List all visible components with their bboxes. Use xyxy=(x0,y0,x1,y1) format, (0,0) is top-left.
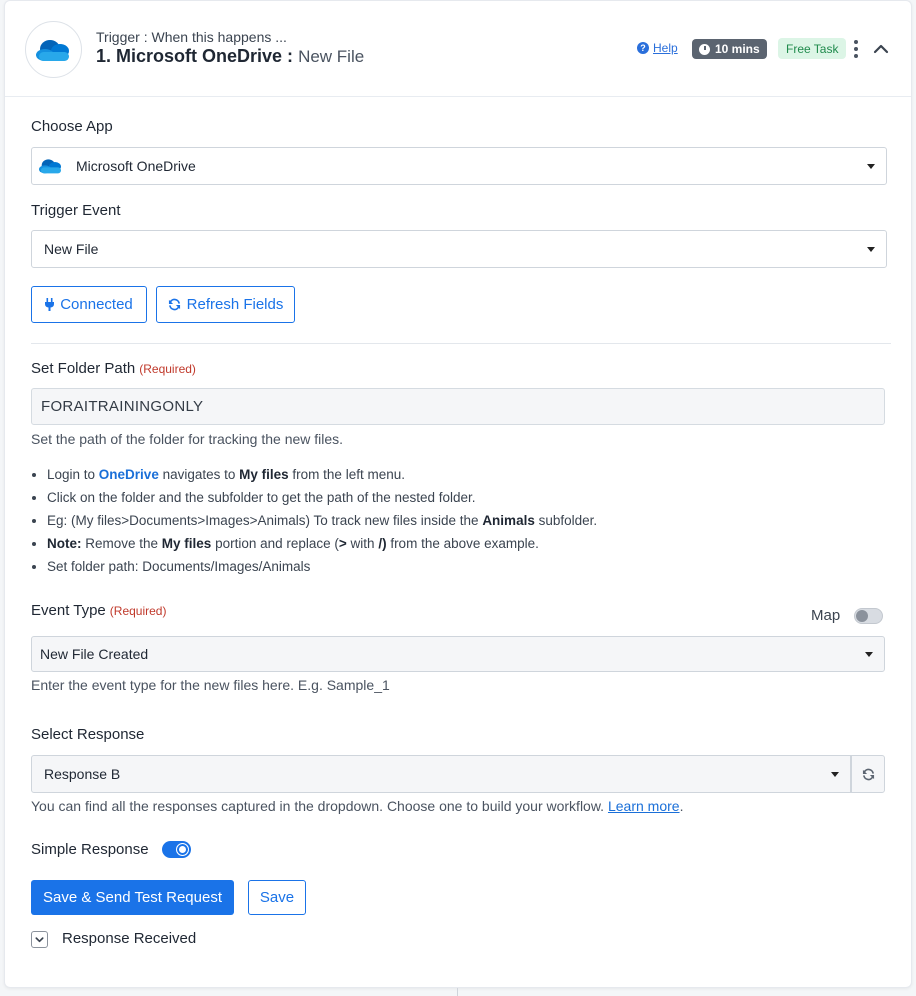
folder-path-instructions: Login to OneDrive navigates to My files … xyxy=(47,466,887,581)
save-button[interactable]: Save xyxy=(248,880,306,915)
more-vertical-icon[interactable] xyxy=(853,40,859,58)
list-item: Login to OneDrive navigates to My files … xyxy=(47,466,887,489)
time-label: 10 mins xyxy=(715,42,760,56)
chevron-down-icon xyxy=(867,247,875,252)
clock-icon xyxy=(699,43,710,55)
trigger-title-event: New File xyxy=(298,47,365,66)
connected-label: Connected xyxy=(60,296,133,313)
simple-response-label: Simple Response xyxy=(31,841,149,858)
select-response-helper-text: You can find all the responses captured … xyxy=(31,798,605,814)
trigger-subtitle: Trigger : When this happens ... xyxy=(96,29,287,45)
trigger-event-select[interactable]: New File xyxy=(31,230,887,268)
refresh-icon xyxy=(862,768,874,780)
event-type-helper: Enter the event type for the new files h… xyxy=(31,677,390,693)
help-link[interactable]: ? Help xyxy=(637,41,678,55)
event-type-select[interactable]: New File Created xyxy=(31,636,885,672)
trigger-header[interactable]: Trigger : When this happens ... 1. Micro… xyxy=(5,1,911,97)
response-received-label: Response Received xyxy=(62,930,197,947)
event-type-label: Event Type (Required) xyxy=(31,602,166,619)
helper-period: . xyxy=(679,798,684,814)
select-response-label: Select Response xyxy=(31,726,145,743)
trigger-event-label: Trigger Event xyxy=(31,202,121,219)
refresh-icon xyxy=(168,298,180,311)
help-label: Help xyxy=(653,41,678,55)
refresh-responses-button[interactable] xyxy=(851,755,885,793)
refresh-fields-button[interactable]: Refresh Fields xyxy=(156,286,295,323)
select-response-value: Response B xyxy=(44,766,121,782)
section-divider xyxy=(31,343,891,344)
response-received-toggle[interactable] xyxy=(31,931,48,948)
list-item: Note: Remove the My files portion and re… xyxy=(47,535,887,558)
connected-button[interactable]: Connected xyxy=(31,286,147,323)
folder-path-helper: Set the path of the folder for tracking … xyxy=(31,431,344,447)
onedrive-small-icon xyxy=(39,159,61,174)
help-icon: ? xyxy=(637,42,649,54)
trigger-event-value: New File xyxy=(44,241,99,257)
free-task-badge: Free Task xyxy=(778,38,847,59)
time-badge: 10 mins xyxy=(692,39,767,59)
choose-app-value: Microsoft OneDrive xyxy=(76,158,196,174)
refresh-fields-label: Refresh Fields xyxy=(186,296,284,313)
connector-line xyxy=(457,988,458,996)
save-send-test-button[interactable]: Save & Send Test Request xyxy=(31,880,234,915)
trigger-card: Trigger : When this happens ... 1. Micro… xyxy=(4,0,912,988)
map-toggle[interactable] xyxy=(854,608,883,624)
trigger-title-app: 1. Microsoft OneDrive : xyxy=(96,46,294,66)
plug-icon xyxy=(45,298,55,311)
folder-path-label-text: Set Folder Path xyxy=(31,360,136,377)
folder-path-input[interactable]: FORAITRAININGONLY xyxy=(31,388,885,425)
chevron-down-icon xyxy=(35,937,44,943)
choose-app-label: Choose App xyxy=(31,118,113,135)
select-response-select[interactable]: Response B xyxy=(31,755,851,793)
trigger-title: 1. Microsoft OneDrive : New File xyxy=(96,46,364,67)
event-type-label-text: Event Type xyxy=(31,602,106,619)
select-response-helper: You can find all the responses captured … xyxy=(31,798,683,814)
list-item: Set folder path: Documents/Images/Animal… xyxy=(47,558,887,581)
required-marker: (Required) xyxy=(109,604,167,618)
app-logo xyxy=(25,21,82,78)
onedrive-logo-icon xyxy=(35,39,69,61)
event-type-value: New File Created xyxy=(40,646,149,662)
simple-response-toggle[interactable] xyxy=(162,841,191,858)
chevron-up-icon[interactable] xyxy=(871,39,891,59)
required-marker: (Required) xyxy=(139,362,196,376)
map-label: Map xyxy=(811,607,841,624)
learn-more-link[interactable]: Learn more xyxy=(608,798,680,814)
list-item: Eg: (My files>Documents>Images>Animals) … xyxy=(47,512,887,535)
chevron-down-icon xyxy=(865,652,873,657)
folder-path-label: Set Folder Path (Required) xyxy=(31,360,196,377)
list-item: Click on the folder and the subfolder to… xyxy=(47,489,887,512)
chevron-down-icon xyxy=(867,164,875,169)
chevron-down-icon xyxy=(831,772,839,777)
choose-app-select[interactable]: Microsoft OneDrive xyxy=(31,147,887,185)
